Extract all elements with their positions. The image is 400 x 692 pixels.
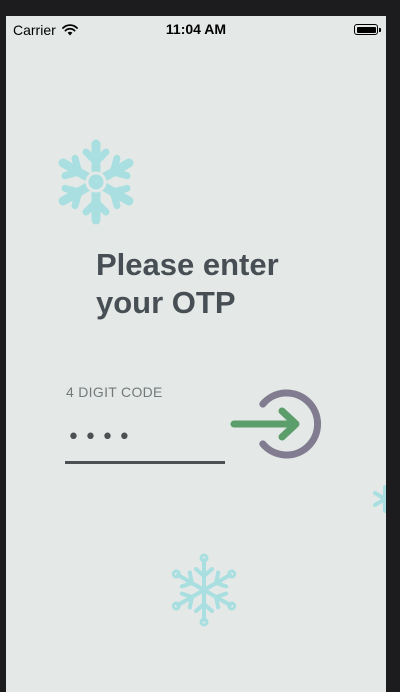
code-field-label: 4 DIGIT CODE [66, 384, 163, 400]
snowflake-icon [167, 553, 241, 627]
app-screen: Carrier 11:04 AM Please enter your OTP 4… [6, 16, 386, 692]
otp-input[interactable] [65, 414, 225, 464]
snowflake-icon [373, 485, 386, 513]
snowflake-icon [50, 139, 142, 228]
page-title: Please enter your OTP [96, 247, 279, 320]
status-time: 11:04 AM [165, 21, 227, 37]
simulator-frame: Carrier 11:04 AM Please enter your OTP 4… [0, 0, 400, 692]
submit-button[interactable] [228, 384, 328, 464]
login-arrow-icon [230, 389, 321, 459]
battery-icon [354, 24, 381, 35]
status-bar: Carrier 11:04 AM [6, 16, 386, 44]
